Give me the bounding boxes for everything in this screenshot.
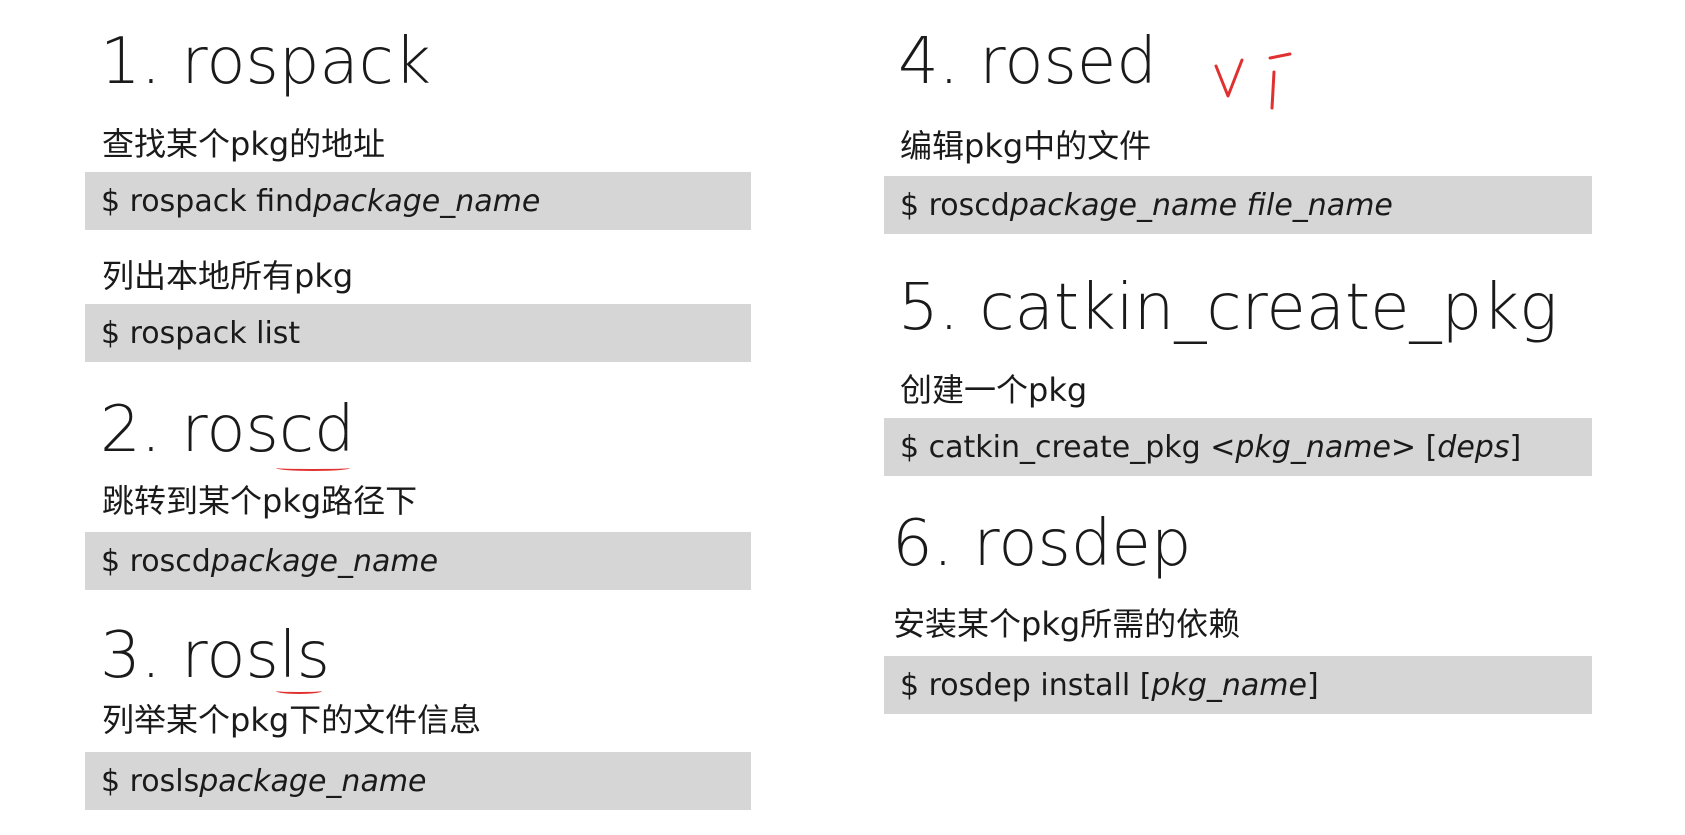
desc-rosls: 列举某个pkg下的文件信息 (102, 701, 482, 739)
code-text: ] (1509, 429, 1522, 465)
code-arg: package_name (313, 183, 541, 219)
heading-rosed: 4. rosed (898, 25, 1157, 99)
code-text: ] (1306, 667, 1319, 703)
code-rosdep: $ rosdep install [pkg_name] (884, 656, 1592, 714)
code-rospack-list: $ rospack list (85, 304, 751, 362)
desc-roscd: 跳转到某个pkg路径下 (102, 482, 418, 520)
code-arg: pkg_name (1151, 667, 1307, 703)
underline-annotation (276, 688, 322, 694)
heading-rosdep: 6. rosdep (892, 507, 1192, 581)
code-text: $ roscd (101, 543, 211, 579)
code-rosls: $ rosls package_name (85, 752, 751, 810)
code-arg: package_name file_name (1009, 187, 1393, 223)
code-roscd: $ roscd package_name (85, 532, 751, 590)
heading-roscd: 2. roscd (100, 393, 355, 467)
code-arg: pkg_name (1235, 429, 1391, 465)
code-arg: package_name (199, 763, 427, 799)
code-text: $ roscd (900, 187, 1010, 223)
desc-rosdep: 安装某个pkg所需的依赖 (893, 605, 1241, 643)
heading-rospack: 1. rospack (100, 25, 431, 99)
code-catkin-create-pkg: $ catkin_create_pkg < pkg_name > [deps] (884, 418, 1592, 476)
code-text: $ rosls (101, 763, 200, 799)
desc-catkin-create-pkg: 创建一个pkg (900, 371, 1088, 409)
code-arg: deps (1437, 429, 1510, 465)
code-text: $ rospack list (101, 315, 301, 351)
underline-annotation (276, 465, 350, 471)
code-rosed: $ roscd package_name file_name (884, 176, 1592, 234)
code-arg: package_name (210, 543, 439, 579)
code-text: $ rosdep install [ (900, 667, 1152, 703)
code-text: > [ (1390, 429, 1438, 465)
code-rospack-find: $ rospack find package_name (85, 172, 751, 230)
desc-rosed: 编辑pkg中的文件 (900, 127, 1152, 165)
code-text: $ catkin_create_pkg < (900, 429, 1236, 465)
heading-rosls: 3. rosls (100, 619, 330, 693)
code-text: $ rospack find (101, 183, 314, 219)
desc-rospack-find: 查找某个pkg的地址 (102, 125, 386, 163)
desc-rospack-list: 列出本地所有pkg (102, 257, 354, 295)
heading-catkin-create-pkg: 5. catkin_create_pkg (898, 271, 1558, 345)
handwritten-vi-annotation (1214, 52, 1292, 110)
